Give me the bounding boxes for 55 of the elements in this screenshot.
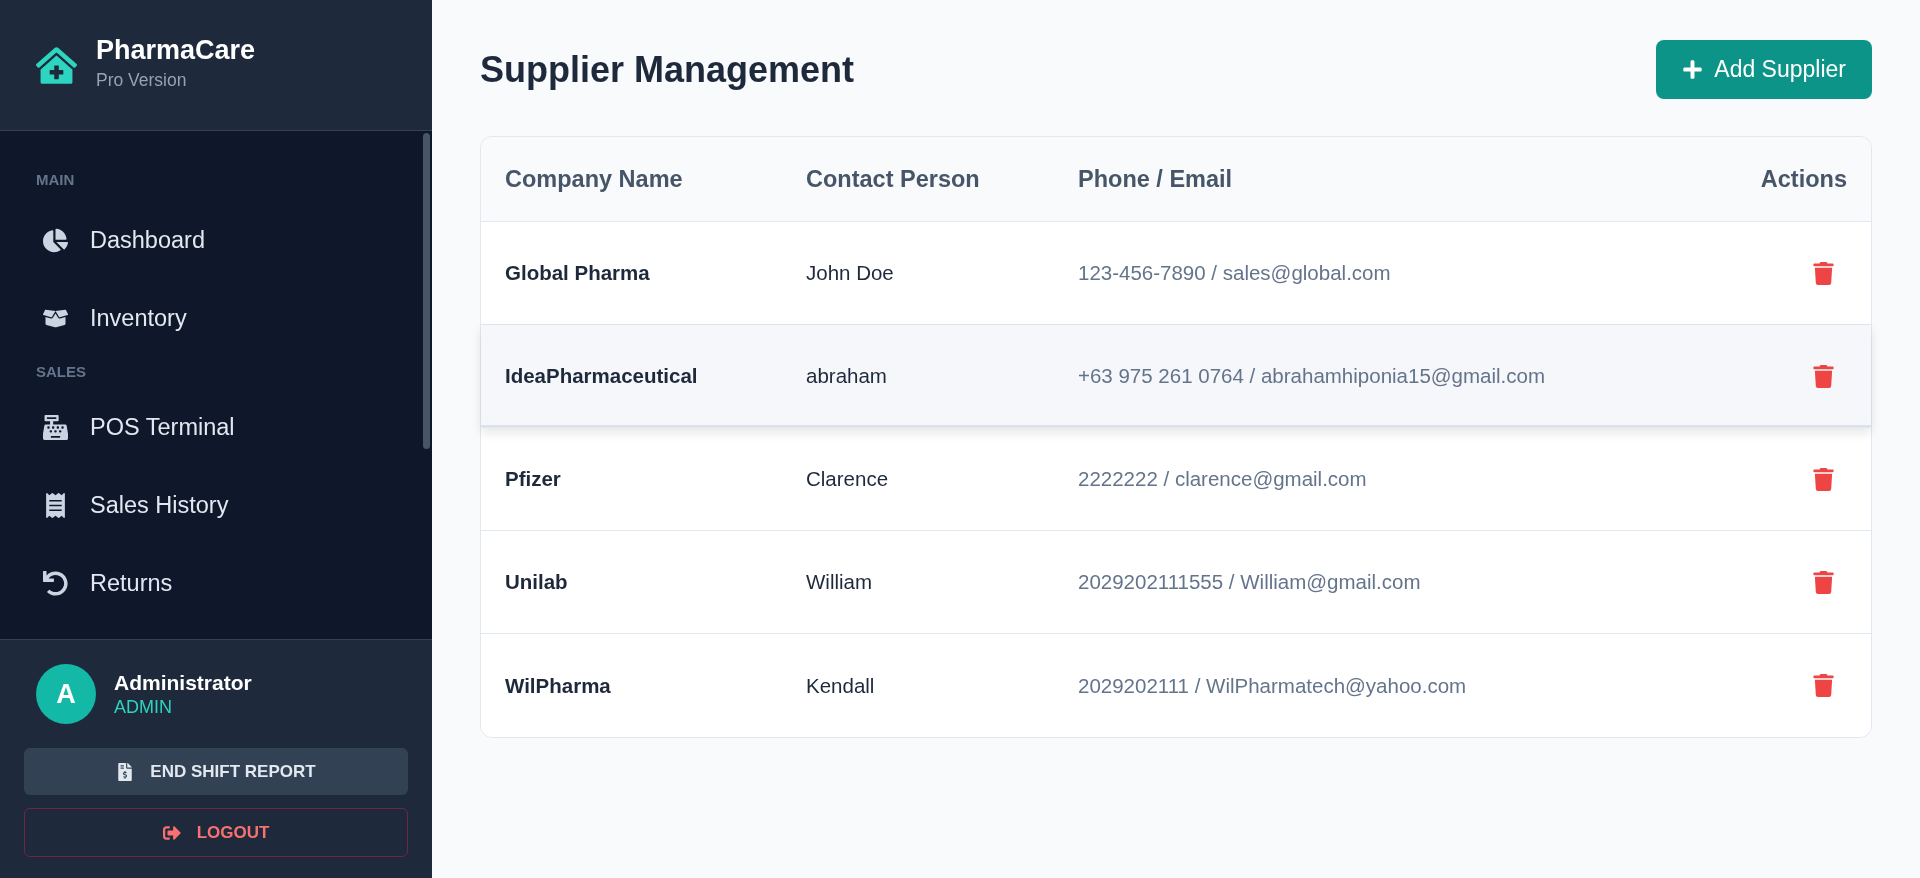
brand-subtitle: Pro Version [96,69,188,91]
delete-button[interactable] [1812,261,1835,285]
company-cell-text: Global Pharma [504,261,651,285]
nav-item[interactable]: Inventory [0,279,432,357]
column-header: Phone / Email [1077,165,1234,193]
user-name: Administrator [114,670,252,695]
contact-cell-text: John Doe [805,261,895,285]
plus-icon [1682,59,1704,80]
scrollbar-thumb[interactable] [423,133,430,449]
company-cell-text: IdeaPharmaceutical [504,364,699,388]
delete-button[interactable] [1812,674,1835,697]
end-shift-report-button[interactable]: END SHIFT REPORT [24,748,408,795]
page-title: Supplier Management [480,48,855,91]
column-header: Contact Person [805,165,981,193]
column-header: Company Name [504,165,684,193]
company-cell-text: Unilab [504,570,569,594]
cash-register-icon [43,414,68,440]
section-label: MAIN [35,171,75,189]
nav-item[interactable]: Returns [0,544,432,622]
company-cell-text: Pfizer [504,467,562,491]
delete-button[interactable] [1812,570,1835,594]
contact-cell-text: William [805,570,874,594]
pie-chart-icon [43,227,68,253]
contact-cell-text: Clarence [805,467,890,491]
phone-email-cell-text: 2222222 / clarence@gmail.com [1077,467,1368,491]
add-supplier-button[interactable]: Add Supplier [1656,40,1872,99]
delete-button[interactable] [1812,467,1835,491]
trash-icon [1812,364,1835,388]
phone-email-cell-text: 2029202111 / WilPharmatech@yahoo.com [1077,673,1468,698]
table-row[interactable]: IdeaPharmaceutical abraham +63 975 261 0764 / abrahamhiponia15@gmail.com [481,325,1871,428]
nav-item[interactable]: Sales History [0,466,432,544]
trash-icon [1812,467,1835,491]
phone-email-cell-text: 2029202111555 / William@gmail.com [1077,570,1422,594]
phone-email-cell-text: 123-456-7890 / sales@global.com [1077,261,1392,285]
undo-icon [43,570,68,596]
brand-name: PharmaCare [96,33,256,66]
invoice-dollar-icon [116,762,135,781]
trash-icon [1812,570,1835,594]
company-cell-text: WilPharma [504,673,612,698]
trash-icon [1812,674,1835,697]
column-header: Actions [1759,165,1848,193]
avatar: A [36,664,96,724]
nav-item[interactable]: Dashboard [0,201,432,279]
contact-cell-text: abraham [805,364,888,388]
section-label: SALES [35,363,86,381]
user-role: ADMIN [114,696,173,718]
logout-icon [162,823,181,842]
receipt-icon [43,492,68,518]
trash-icon [1812,261,1835,285]
logout-button[interactable]: LOGOUT [24,808,408,857]
contact-cell-text: Kendall [805,673,876,698]
delete-button[interactable] [1812,364,1835,388]
nav-item[interactable]: POS Terminal [0,388,432,466]
phone-email-cell-text: +63 975 261 0764 / abrahamhiponia15@gmail.com [1077,364,1546,388]
house-cross-icon [36,44,77,86]
